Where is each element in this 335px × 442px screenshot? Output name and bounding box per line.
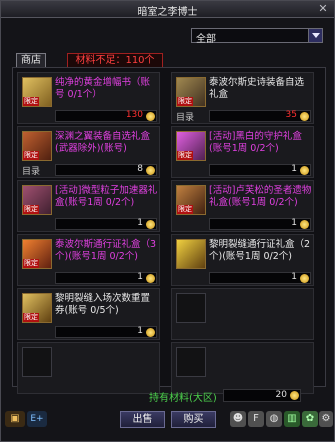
coin-icon bbox=[146, 274, 155, 283]
empty-slot bbox=[171, 342, 314, 394]
owned-material-field: 20 bbox=[223, 389, 301, 402]
item-name: [活动]微型粒子加速器礼盒(账号1周 0/2个) bbox=[55, 185, 158, 208]
item-price: 35 bbox=[285, 110, 297, 120]
potion-icon[interactable]: ◍ bbox=[266, 411, 282, 427]
price-field: 1 bbox=[209, 218, 311, 230]
owned-material-label: 持有材料(大区) bbox=[149, 393, 217, 404]
shop-item[interactable]: 限定 深渊之翼装备自选礼盒(武器除外)(账号) 目录 8 bbox=[17, 126, 160, 178]
shop-item[interactable]: 限定 泰波尔斯通行证礼盒（3个)(账号1周 0/2个) 1 bbox=[17, 234, 160, 286]
price-field: 130 bbox=[55, 110, 157, 122]
owned-material-value: 20 bbox=[275, 390, 287, 400]
close-icon[interactable]: ✕ bbox=[316, 2, 330, 16]
chest-icon[interactable]: ▣ bbox=[5, 411, 25, 427]
catalog-label[interactable]: 目录 bbox=[22, 164, 40, 177]
shop-item[interactable]: 黎明裂缝通行证礼盒（2个)(账号1周 0/2个) 1 bbox=[171, 234, 314, 286]
coin-icon bbox=[300, 166, 309, 175]
price-field: 1 bbox=[209, 272, 311, 284]
sell-button[interactable]: 出售 bbox=[120, 411, 165, 428]
item-name: 泰波尔斯通行证礼盒（3个)(账号1周 0/2个) bbox=[55, 239, 157, 262]
limited-badge: 限定 bbox=[23, 97, 39, 106]
item-name: 黎明裂缝入场次数重置券(账号 0/5个) bbox=[55, 293, 151, 316]
item-name: 纯净的黄金增幅书（账号 0/1个） bbox=[55, 77, 151, 100]
price-field: 1 bbox=[55, 326, 157, 338]
item-name: [活动]卢芙松的圣者遗物礼盒(账号1周 0/2个) bbox=[209, 185, 312, 208]
empty-slot bbox=[17, 342, 160, 394]
shop-item[interactable]: 限定 黎明裂缝入场次数重置券(账号 0/5个) 1 bbox=[17, 288, 160, 340]
item-price: 130 bbox=[125, 110, 143, 120]
item-price: 1 bbox=[137, 218, 143, 228]
shop-item[interactable]: 限定 纯净的黄金增幅书（账号 0/1个） 130 bbox=[17, 72, 160, 124]
coin-icon bbox=[146, 220, 155, 229]
gear-icon[interactable]: ⚙ bbox=[319, 411, 333, 427]
limited-badge: 限定 bbox=[23, 205, 39, 214]
item-icon: 限定 bbox=[22, 131, 52, 161]
item-icon: 限定 bbox=[176, 185, 206, 215]
coin-icon bbox=[300, 274, 309, 283]
fuel-icon[interactable]: F bbox=[248, 411, 264, 427]
price-field: 1 bbox=[55, 218, 157, 230]
item-icon: 限定 bbox=[22, 293, 52, 323]
window-title: 暗室之李博士 bbox=[137, 7, 198, 18]
empty-icon-slot bbox=[22, 347, 52, 377]
shop-window: 暗室之李博士 ✕ 全部 商店 材料不足：110个 限定 纯净的黄金增幅书（账号 … bbox=[0, 0, 335, 442]
item-name: [活动]黑白的守护礼盒(账号1周 0/2个) bbox=[209, 131, 302, 154]
item-grid: 限定 纯净的黄金增幅书（账号 0/1个） 130 限定 泰波尔斯史诗装备自选礼盒… bbox=[12, 67, 326, 394]
price-field: 35 bbox=[209, 110, 311, 122]
buy-button[interactable]: 购买 bbox=[171, 411, 216, 428]
tab-shop[interactable]: 商店 bbox=[16, 53, 46, 68]
price-field: 1 bbox=[55, 272, 157, 284]
item-icon bbox=[176, 239, 206, 269]
leaf-icon[interactable]: ✿ bbox=[302, 411, 318, 427]
price-field: 8 bbox=[55, 164, 157, 176]
item-name: 泰波尔斯史诗装备自选礼盒 bbox=[209, 77, 305, 100]
item-price: 8 bbox=[137, 164, 143, 174]
coin-icon bbox=[290, 391, 299, 400]
catalog-label[interactable]: 目录 bbox=[176, 110, 194, 123]
item-price: 1 bbox=[291, 164, 297, 174]
limited-badge: 限定 bbox=[177, 97, 193, 106]
coin-icon bbox=[300, 112, 309, 121]
item-icon: 限定 bbox=[22, 239, 52, 269]
shop-item[interactable]: 限定 [活动]黑白的守护礼盒(账号1周 0/2个) 1 bbox=[171, 126, 314, 178]
limited-badge: 限定 bbox=[177, 205, 193, 214]
item-icon: 限定 bbox=[22, 77, 52, 107]
limited-badge: 限定 bbox=[23, 259, 39, 268]
shop-item[interactable]: 限定 泰波尔斯史诗装备自选礼盒 目录 35 bbox=[171, 72, 314, 124]
item-icon: 限定 bbox=[176, 131, 206, 161]
empty-icon-slot bbox=[176, 293, 206, 323]
coin-icon bbox=[146, 112, 155, 121]
skull-icon[interactable]: ☻ bbox=[230, 411, 246, 427]
price-field: 1 bbox=[209, 164, 311, 176]
shop-item[interactable]: 限定 [活动]微型粒子加速器礼盒(账号1周 0/2个) 1 bbox=[17, 180, 160, 232]
coin-icon bbox=[146, 328, 155, 337]
item-icon: 限定 bbox=[176, 77, 206, 107]
shop-item[interactable]: 限定 [活动]卢芙松的圣者遗物礼盒(账号1周 0/2个) 1 bbox=[171, 180, 314, 232]
expand-icon[interactable]: E+ bbox=[27, 411, 47, 427]
empty-slot bbox=[171, 288, 314, 340]
item-price: 1 bbox=[291, 272, 297, 282]
item-price: 1 bbox=[137, 326, 143, 336]
title-bar[interactable]: 暗室之李博士 ✕ bbox=[1, 1, 334, 18]
limited-badge: 限定 bbox=[177, 151, 193, 160]
coin-icon bbox=[146, 166, 155, 175]
inventory-icon[interactable]: ▥ bbox=[284, 411, 300, 427]
empty-icon-slot bbox=[176, 347, 206, 377]
item-icon: 限定 bbox=[22, 185, 52, 215]
coin-icon bbox=[300, 220, 309, 229]
filter-selected: 全部 bbox=[196, 34, 216, 45]
chevron-down-icon[interactable] bbox=[308, 29, 322, 42]
limited-badge: 限定 bbox=[23, 151, 39, 160]
item-price: 1 bbox=[137, 272, 143, 282]
item-name: 深渊之翼装备自选礼盒(武器除外)(账号) bbox=[55, 131, 151, 154]
item-name: 黎明裂缝通行证礼盒（2个)(账号1周 0/2个) bbox=[209, 239, 311, 262]
limited-badge: 限定 bbox=[23, 313, 39, 322]
category-filter-dropdown[interactable]: 全部 bbox=[191, 28, 323, 45]
item-price: 1 bbox=[291, 218, 297, 228]
